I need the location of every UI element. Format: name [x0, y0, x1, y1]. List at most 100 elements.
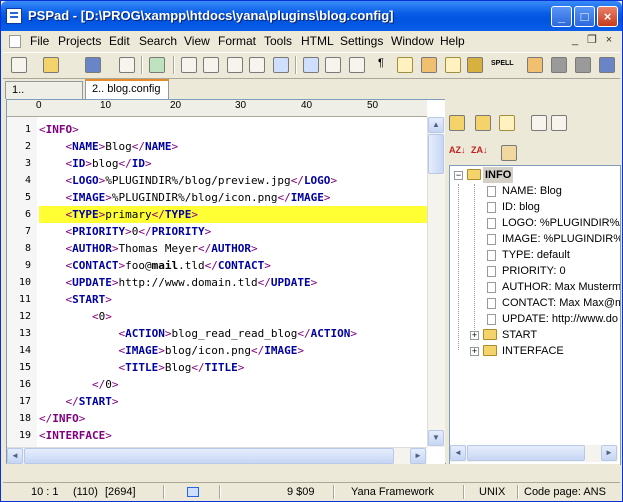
print-icon[interactable] [325, 57, 341, 73]
code-line[interactable]: <ID>blog</ID> [39, 155, 427, 172]
code-line[interactable]: <PRIORITY>0</PRIORITY> [39, 223, 427, 240]
menu-tools[interactable]: Tools [264, 34, 292, 48]
search-icon[interactable] [181, 57, 197, 73]
sort-az-icon[interactable]: AZ↓ [449, 145, 466, 161]
scroll-down-icon[interactable]: ▼ [428, 430, 444, 446]
code-line[interactable]: <INFO> [39, 121, 427, 138]
format-icon[interactable] [349, 57, 365, 73]
scroll-right-icon[interactable]: ► [410, 448, 426, 464]
find-in-files-icon[interactable] [227, 57, 243, 73]
code-line[interactable]: <ACTION>blog_read_read_blog</ACTION> [39, 325, 427, 342]
save-all-icon[interactable] [119, 57, 135, 73]
menu-settings[interactable]: Settings [340, 34, 383, 48]
sync-icon[interactable] [499, 115, 515, 131]
mdi-close-icon[interactable]: × [602, 34, 616, 47]
close-button[interactable]: × [597, 6, 618, 27]
sort-za-icon[interactable]: ZA↓ [471, 145, 488, 161]
title-bar[interactable]: PSPad - [D:\PROG\xampp\htdocs\yana\plugi… [1, 1, 622, 31]
tree-node[interactable]: ID: blog [502, 199, 540, 215]
tree-node-start[interactable]: START [502, 327, 537, 343]
code-line[interactable]: <START> [39, 291, 427, 308]
mdi-minimize-icon[interactable]: _ [568, 34, 582, 47]
clipboard-icon[interactable] [501, 145, 517, 161]
tree-node[interactable]: TYPE: default [502, 247, 570, 263]
scroll-up-icon[interactable]: ▲ [428, 117, 444, 133]
menu-window[interactable]: Window [391, 34, 434, 48]
scroll-thumb[interactable] [24, 448, 394, 464]
code-line[interactable]: <LOGO>%PLUGINDIR%/blog/preview.jpg</LOGO… [39, 172, 427, 189]
menu-html[interactable]: HTML [301, 34, 334, 48]
code-line[interactable]: <IMAGE>blog/icon.png</IMAGE> [39, 342, 427, 359]
menu-projects[interactable]: Projects [58, 34, 101, 48]
menu-format[interactable]: Format [218, 34, 256, 48]
document-icon[interactable] [9, 35, 21, 48]
code-line[interactable]: <AUTHOR>Thomas Meyer</AUTHOR> [39, 240, 427, 257]
scroll-right-icon[interactable]: ► [601, 445, 617, 461]
code-explorer-icon[interactable] [249, 57, 265, 73]
tree-node[interactable]: UPDATE: http://www.do [502, 311, 618, 327]
maximize-button[interactable]: □ [574, 6, 595, 27]
tree-node[interactable]: IMAGE: %PLUGINDIR% [502, 231, 620, 247]
scroll-thumb[interactable] [428, 134, 444, 174]
code-line[interactable]: </INFO> [39, 410, 427, 427]
code-line[interactable]: <CONTACT>foo@mail.tld</CONTACT> [39, 257, 427, 274]
collapse-all-icon[interactable] [551, 115, 567, 131]
tree-node[interactable]: CONTACT: Max Max@m [502, 295, 620, 311]
expand-icon[interactable]: + [470, 347, 479, 356]
pilcrow-icon[interactable]: ¶ [373, 57, 389, 73]
print-preview-icon[interactable] [303, 57, 319, 73]
tree-horizontal-scrollbar[interactable]: ◄ ► [450, 445, 618, 462]
column-mode-icon[interactable] [445, 57, 461, 73]
save-icon[interactable] [85, 57, 101, 73]
tree-node[interactable]: AUTHOR: Max Musterm [502, 279, 620, 295]
lock-icon[interactable] [467, 57, 483, 73]
tree-node[interactable]: PRIORITY: 0 [502, 263, 566, 279]
open-folder-icon[interactable] [43, 57, 59, 73]
expand-icon[interactable]: + [470, 331, 479, 340]
code-line[interactable]: <NAME>Blog</NAME> [39, 138, 427, 155]
project-tree-icon[interactable] [149, 57, 165, 73]
tab-blog-config[interactable]: 2.. blog.config [85, 79, 169, 100]
window-icon[interactable] [599, 57, 615, 73]
scroll-left-icon[interactable]: ◄ [450, 445, 466, 461]
bookmark-icon[interactable] [527, 57, 543, 73]
book-icon[interactable] [273, 57, 289, 73]
pspad-app-icon[interactable] [6, 8, 22, 24]
macro-icon[interactable] [551, 57, 567, 73]
code-line[interactable]: <TITLE>Blog</TITLE> [39, 359, 427, 376]
scroll-thumb[interactable] [467, 445, 585, 461]
code-line[interactable]: </0> [39, 376, 427, 393]
expand-icon[interactable] [475, 115, 491, 131]
scroll-left-icon[interactable]: ◄ [7, 448, 23, 464]
code-line[interactable]: <INTERFACE> [39, 427, 427, 444]
menu-view[interactable]: View [184, 34, 210, 48]
new-file-icon[interactable] [11, 57, 27, 73]
code-line[interactable]: <IMAGE>%PLUGINDIR%/blog/icon.png</IMAGE> [39, 189, 427, 206]
expand-all-icon[interactable] [531, 115, 547, 131]
tree-node-info[interactable]: INFO [483, 167, 514, 183]
code-lines[interactable]: <INFO> <NAME>Blog</NAME> <ID>blog</ID> <… [39, 117, 427, 459]
spell-check-button[interactable]: SPELL [491, 60, 514, 67]
refresh-icon[interactable] [449, 115, 465, 131]
tree-node-interface[interactable]: INTERFACE [502, 343, 564, 359]
code-line[interactable]: <UPDATE>http://www.domain.tld</UPDATE> [39, 274, 427, 291]
mdi-restore-icon[interactable]: ❐ [585, 34, 599, 47]
macro-play-icon[interactable] [575, 57, 591, 73]
code-line[interactable]: </START> [39, 393, 427, 410]
menu-edit[interactable]: Edit [109, 34, 130, 48]
word-wrap-icon[interactable] [397, 57, 413, 73]
menu-search[interactable]: Search [139, 34, 177, 48]
replace-icon[interactable] [203, 57, 219, 73]
tab-index-html[interactable]: 1.. index.html [5, 81, 83, 112]
code-line[interactable]: <TYPE>primary</TYPE> [39, 206, 427, 223]
tree-node[interactable]: LOGO: %PLUGINDIR%/ [502, 215, 620, 231]
code-explorer-tree[interactable]: − INFO NAME: Blog ID: blog LOGO: %PLUGIN… [449, 165, 621, 465]
menu-file[interactable]: File [30, 34, 49, 48]
code-line[interactable]: <0> [39, 308, 427, 325]
minimize-button[interactable]: _ [551, 6, 572, 27]
color-tool-icon[interactable] [421, 57, 437, 73]
vertical-scrollbar[interactable]: ▲ ▼ [427, 117, 445, 447]
horizontal-scrollbar[interactable]: ◄ ► [7, 447, 427, 464]
collapse-icon[interactable]: − [454, 171, 463, 180]
menu-help[interactable]: Help [440, 34, 465, 48]
